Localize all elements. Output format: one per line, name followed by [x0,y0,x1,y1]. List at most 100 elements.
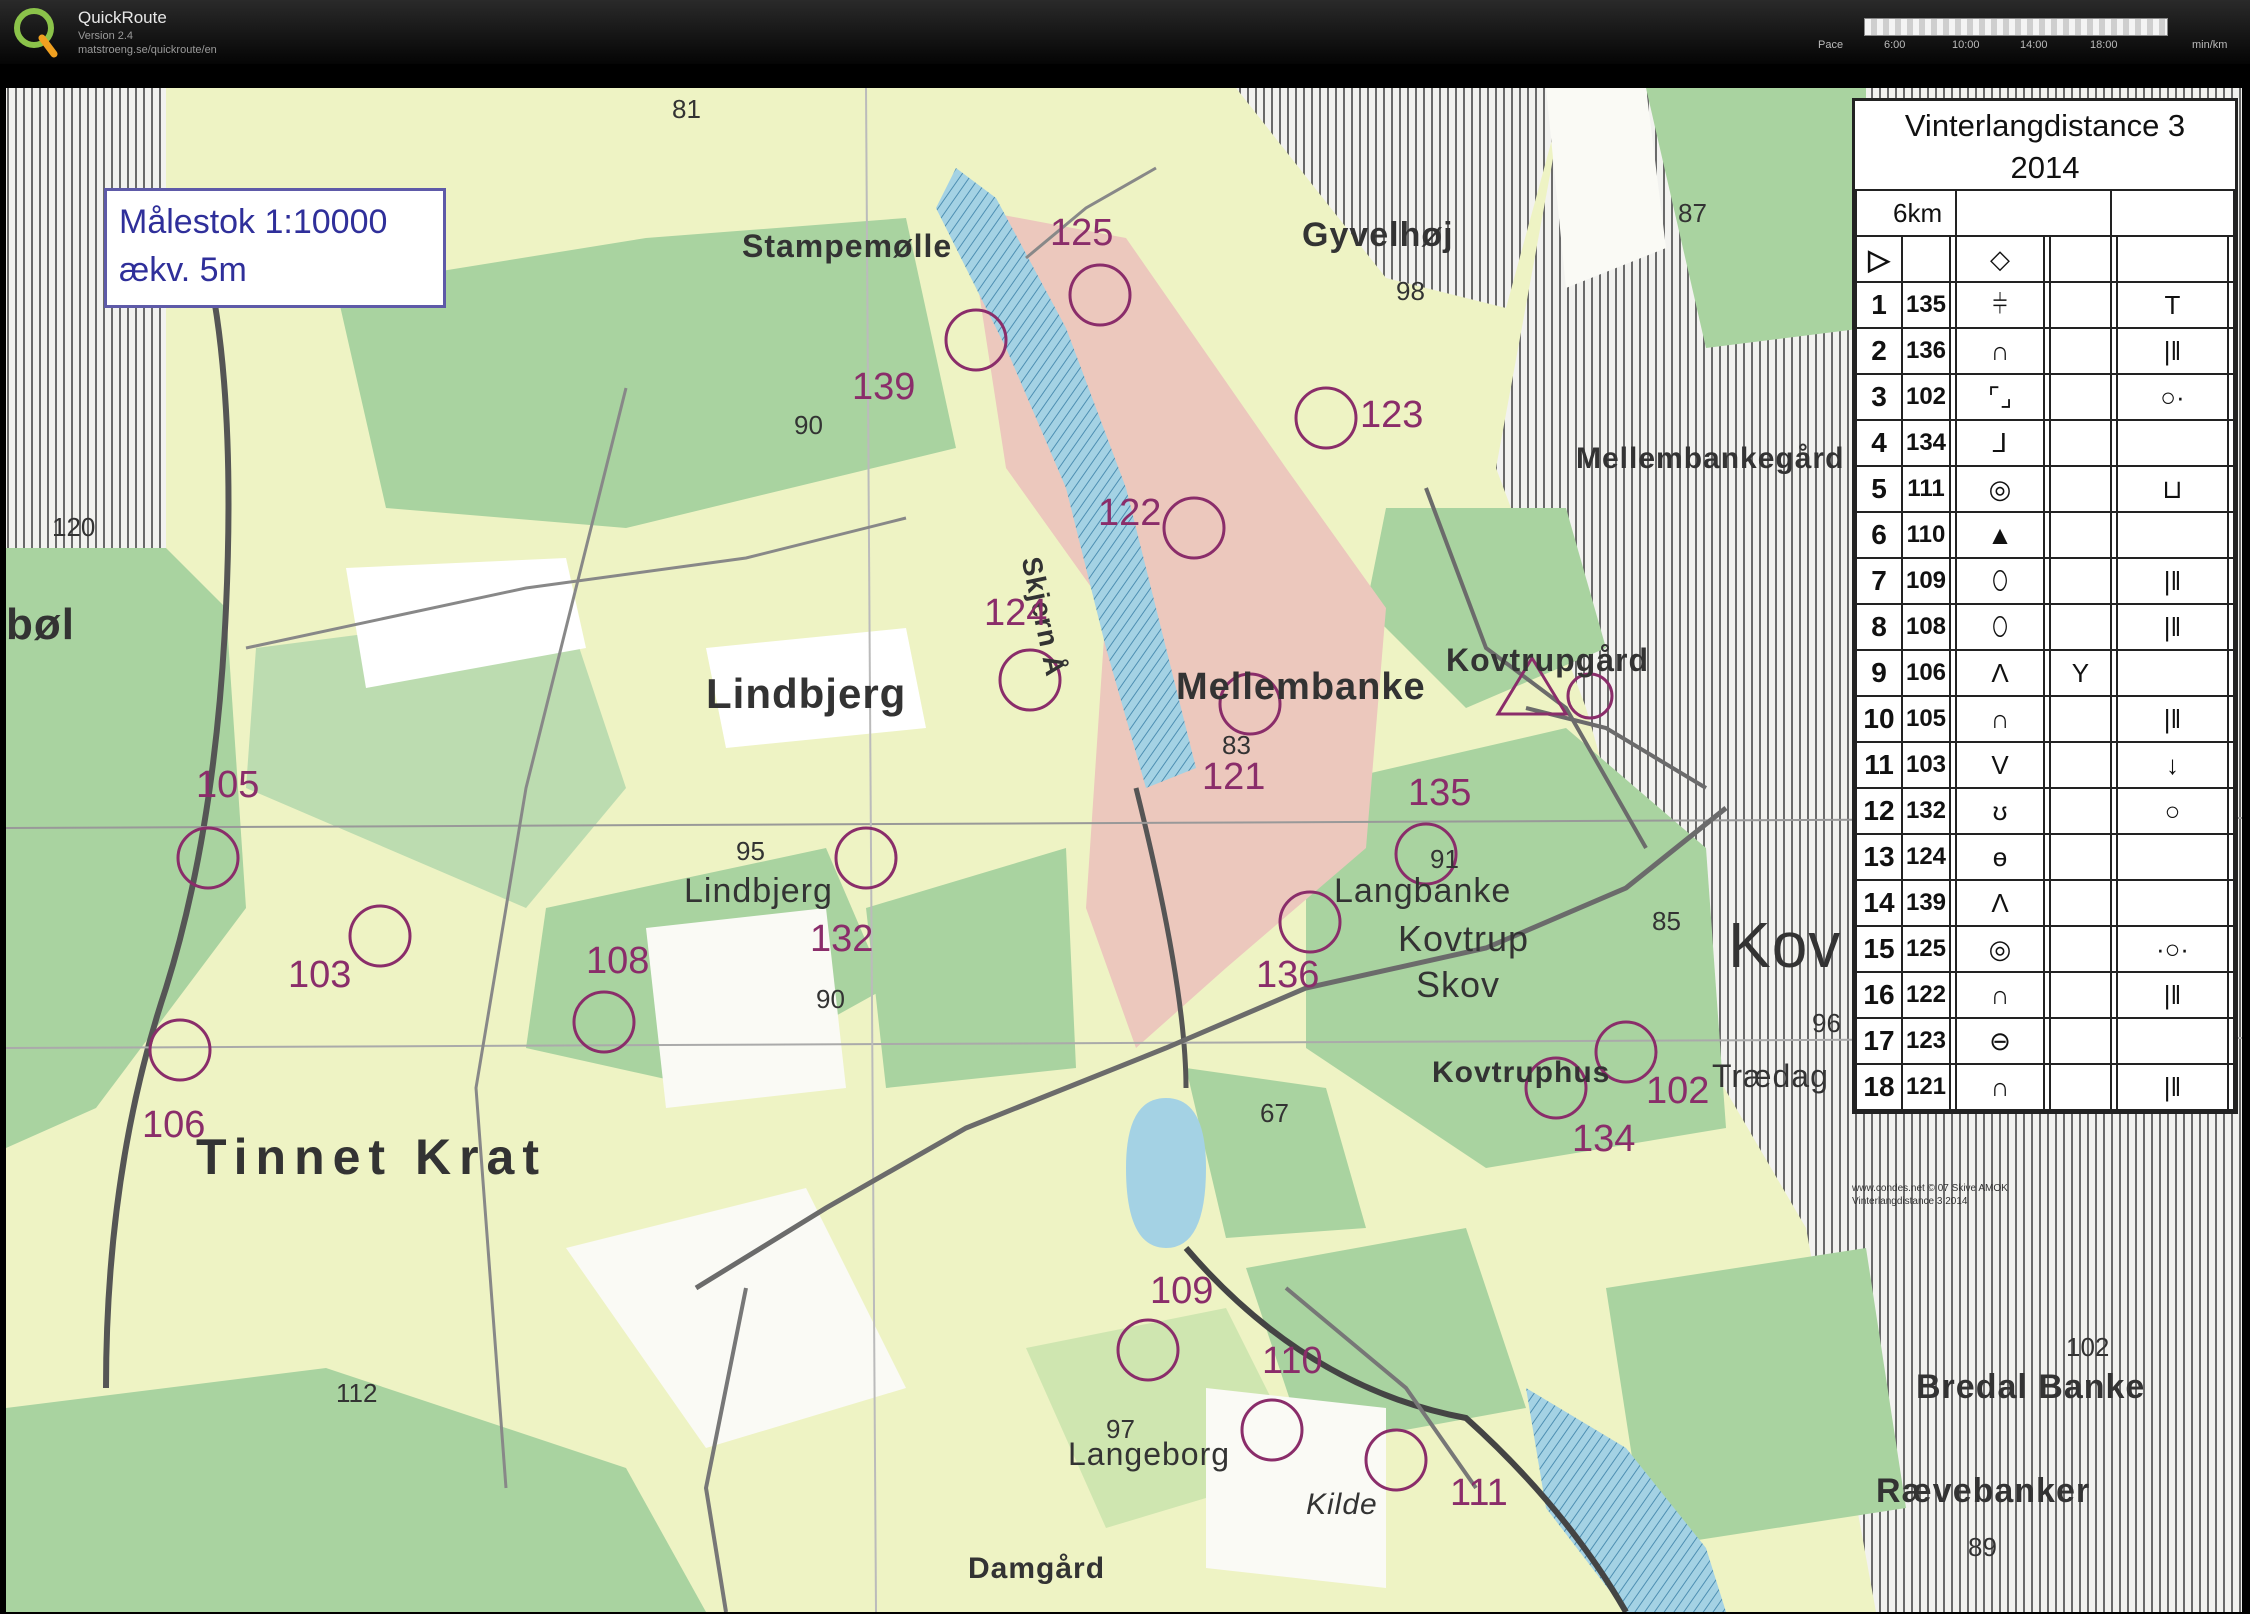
control-row: 2 136 ∩ |‖ [1855,327,2236,375]
control-description-sheet: Vinterlangdistance 3 2014 6km ▷ ◇ 1 135 ⫩ T… [1852,98,2238,1114]
detail-symbol-icon [2049,971,2112,1019]
start-blank-cell [2116,235,2229,283]
pace-tick: 14:00 [2020,39,2048,51]
control-code: 103 [1901,741,1951,789]
column-h-cell [2226,557,2236,605]
start-row: ▷ ◇ [1855,235,2236,283]
control-number: 17 [1855,1017,1903,1065]
description-table: 6km ▷ ◇ 1 135 ⫩ T 2 136 ∩ |‖ 3 102 ⌜⌟ ○· 4 134 ⅃ 5 111 ◎ ⊔… [1854,189,2236,1111]
control-label: 124 [984,592,1048,634]
column-h-cell [2226,925,2236,973]
place-name: Kovtruphus [1432,1056,1611,1089]
detail-symbol-icon [2049,1063,2112,1111]
spot-height: 96 [1812,1008,1841,1038]
spot-height: 91 [1430,844,1459,874]
control-row: 13 124 ө [1855,833,2236,881]
spot-height: 90 [794,410,823,440]
app-version: Version 2.4 [78,30,134,42]
feature-symbol-icon: Λ [1955,649,2045,697]
start-triangle-icon: ▷ [1855,235,1903,283]
control-code: 109 [1901,557,1951,605]
control-row: 10 105 ∩ |‖ [1855,695,2236,743]
detail-symbol-icon [2049,281,2112,329]
detail-symbol-icon [2049,603,2112,651]
column-h-cell [2226,971,2236,1019]
control-number: 8 [1855,603,1903,651]
control-row: 18 121 ∩ |‖ [1855,1063,2236,1111]
control-number: 5 [1855,465,1903,513]
control-label: 123 [1360,394,1424,436]
place-name: Damgård [968,1552,1106,1585]
control-row: 8 108 ⬯ |‖ [1855,603,2236,651]
detail-symbol-icon: Y [2049,649,2112,697]
location-symbol-icon: |‖ [2116,603,2229,651]
column-h-cell [2226,327,2236,375]
app-url: matstroeng.se/quickroute/en [78,44,217,56]
detail-symbol-icon [2049,327,2112,375]
spot-height: 90 [816,984,845,1014]
quickroute-logo-icon [14,8,58,58]
feature-symbol-icon: ∩ [1955,971,2045,1019]
feature-symbol-icon: ⅃ [1955,419,2045,467]
detail-symbol-icon [2049,787,2112,835]
credit-line: www.condes.net © 07 Skive AMOK [1852,1183,2008,1194]
control-row: 15 125 ◎ ·○· [1855,925,2236,973]
control-code: 136 [1901,327,1951,375]
control-code: 139 [1901,879,1951,927]
place-name: Stampemølle [742,228,953,264]
course-distance: 6km [1854,189,1958,237]
contour-interval-text: ækv. 5m [119,251,247,289]
control-number: 9 [1855,649,1903,697]
location-symbol-icon: ⊔ [2116,465,2229,513]
column-h-cell [2226,1063,2236,1111]
control-label: 135 [1408,772,1472,814]
location-symbol-icon [2116,511,2229,559]
location-symbol-icon [2116,879,2229,927]
control-number: 14 [1855,879,1903,927]
feature-symbol-icon: ⬯ [1955,603,2045,651]
feature-symbol-icon: ʊ [1955,787,2045,835]
control-label: 106 [142,1104,206,1146]
location-symbol-icon: |‖ [2116,1063,2229,1111]
column-h-cell [2226,833,2236,881]
place-name: Mellembankegård [1576,442,1845,475]
control-code: 108 [1901,603,1951,651]
scale-text: Målestok 1:10000 [119,203,388,241]
location-symbol-icon: ↓ [2116,741,2229,789]
location-symbol-icon: T [2116,281,2229,329]
place-name: Rævebanker [1876,1472,2091,1510]
control-number: 4 [1855,419,1903,467]
place-name: Langeborg [1068,1436,1231,1472]
control-code: 105 [1901,695,1951,743]
control-code: 111 [1901,465,1951,513]
control-code: 123 [1901,1017,1951,1065]
control-code: 135 [1901,281,1951,329]
place-name: Skov [1416,964,1501,1005]
feature-symbol-icon: ∩ [1955,695,2045,743]
pace-unit: min/km [2192,39,2228,51]
control-label: 121 [1202,756,1266,798]
place-name: Lindbjerg [684,872,833,910]
control-number: 18 [1855,1063,1903,1111]
column-h-cell [2226,465,2236,513]
column-h-cell [2226,649,2236,697]
control-label: 139 [852,366,916,408]
pace-scale-bar [1864,18,2168,36]
control-label: 125 [1050,212,1114,254]
credit-line: Vinterlangdistance 3 2014 [1852,1196,1968,1207]
sheet-title: Vinterlangdistance 3 2014 [1855,101,2235,189]
start-feature-icon: ◇ [1955,235,2045,283]
feature-symbol-icon: ▲ [1955,511,2045,559]
control-number: 2 [1855,327,1903,375]
distance-row-blank [2109,189,2236,237]
pace-tick: 18:00 [2090,39,2118,51]
column-h-cell [2226,603,2236,651]
spot-height: 89 [1968,1532,1997,1562]
spot-height: 112 [336,1378,378,1408]
control-code: 134 [1901,419,1951,467]
control-row: 11 103 V ↓ [1855,741,2236,789]
start-code-cell [1901,235,1951,283]
control-label: 102 [1646,1070,1710,1112]
place-name: Langbanke [1334,872,1512,910]
location-symbol-icon: |‖ [2116,971,2229,1019]
